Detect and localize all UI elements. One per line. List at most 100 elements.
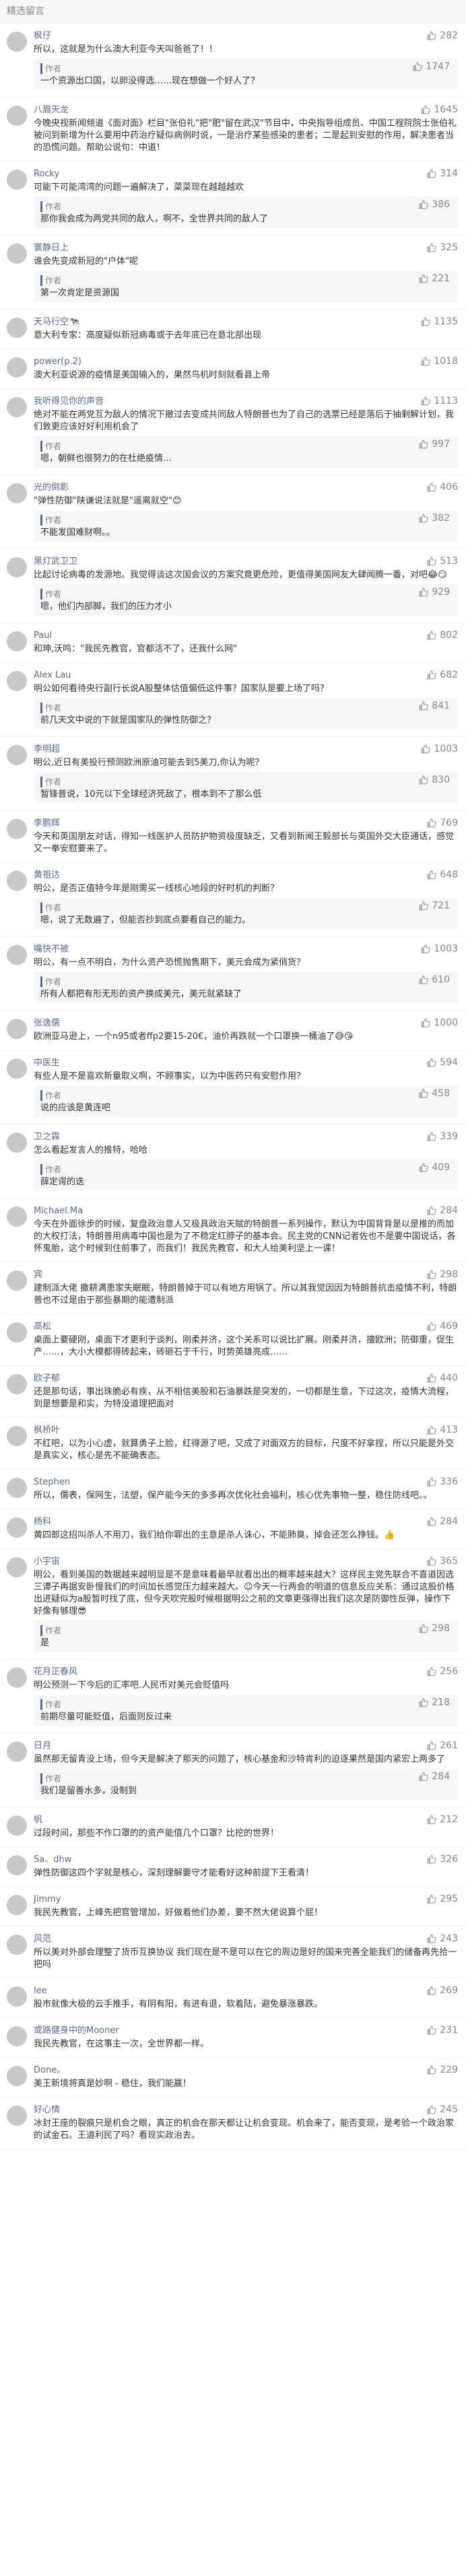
- like-button[interactable]: 325: [426, 242, 458, 253]
- thumbs-up-icon[interactable]: [426, 869, 437, 880]
- thumbs-up-icon[interactable]: [426, 1985, 437, 1996]
- like-button[interactable]: 295: [426, 1894, 458, 1904]
- commenter-name[interactable]: 欧子郁: [34, 1373, 458, 1385]
- commenter-name[interactable]: 小宇宙: [34, 1556, 458, 1568]
- commenter-name[interactable]: 嘴快不被: [34, 943, 458, 956]
- thumbs-up-icon[interactable]: [426, 1516, 437, 1527]
- avatar[interactable]: [7, 631, 27, 651]
- thumbs-up-icon[interactable]: [420, 356, 431, 367]
- avatar[interactable]: [7, 1935, 27, 1955]
- like-button[interactable]: 339: [426, 1131, 458, 1142]
- avatar[interactable]: [7, 483, 27, 503]
- commenter-name[interactable]: 八眉天龙: [34, 104, 458, 116]
- like-button[interactable]: 721: [418, 900, 450, 911]
- like-button[interactable]: 458: [418, 1088, 450, 1099]
- commenter-name[interactable]: 枫桥叶: [34, 1425, 458, 1437]
- thumbs-up-icon[interactable]: [426, 1205, 437, 1216]
- like-button[interactable]: 256: [426, 1666, 458, 1677]
- commenter-name[interactable]: 花月正春风: [34, 1666, 458, 1678]
- thumbs-up-icon[interactable]: [426, 1814, 437, 1825]
- thumbs-up-icon[interactable]: [418, 1088, 429, 1099]
- commenter-name[interactable]: 帆: [34, 1814, 458, 1826]
- commenter-name[interactable]: 日月: [34, 1740, 458, 1752]
- avatar[interactable]: [7, 1557, 27, 1577]
- commenter-name[interactable]: Done。: [34, 2065, 458, 2077]
- commenter-name[interactable]: 枫仔: [34, 30, 458, 42]
- like-button[interactable]: 314: [426, 168, 458, 179]
- thumbs-up-icon[interactable]: [426, 1131, 437, 1142]
- like-button[interactable]: 386: [418, 199, 450, 210]
- commenter-name[interactable]: 高松: [34, 1321, 458, 1333]
- commenter-name[interactable]: Sa、dhw: [34, 1854, 458, 1866]
- like-button[interactable]: 231: [426, 2025, 458, 2036]
- like-button[interactable]: 269: [426, 1985, 458, 1996]
- like-button[interactable]: 513: [426, 556, 458, 567]
- like-button[interactable]: 409: [418, 1162, 450, 1173]
- thumbs-up-icon[interactable]: [420, 104, 431, 115]
- like-button[interactable]: 610: [418, 974, 450, 985]
- avatar[interactable]: [7, 357, 27, 378]
- thumbs-up-icon[interactable]: [426, 482, 437, 493]
- commenter-name[interactable]: Jimmy: [34, 1894, 458, 1906]
- avatar[interactable]: [7, 1207, 27, 1227]
- avatar[interactable]: [7, 1987, 27, 2007]
- commenter-name[interactable]: 杨科: [34, 1516, 458, 1528]
- thumbs-up-icon[interactable]: [426, 1894, 437, 1904]
- commenter-name[interactable]: 或路健身中的Mooner: [34, 2025, 458, 2037]
- thumbs-up-icon[interactable]: [426, 1854, 437, 1865]
- like-button[interactable]: 413: [426, 1425, 458, 1435]
- commenter-name[interactable]: 李明超: [34, 744, 458, 756]
- thumbs-up-icon[interactable]: [426, 2025, 437, 2036]
- avatar[interactable]: [7, 1517, 27, 1538]
- avatar[interactable]: [7, 106, 27, 126]
- commenter-name[interactable]: 卫之霖: [34, 1131, 458, 1143]
- like-button[interactable]: 218: [418, 1697, 450, 1708]
- thumbs-up-icon[interactable]: [426, 2065, 437, 2075]
- like-button[interactable]: 326: [426, 1854, 458, 1865]
- avatar[interactable]: [7, 318, 27, 338]
- thumbs-up-icon[interactable]: [418, 1697, 429, 1708]
- like-button[interactable]: 284: [426, 1205, 458, 1216]
- thumbs-up-icon[interactable]: [418, 775, 429, 785]
- thumbs-up-icon[interactable]: [420, 396, 431, 406]
- like-button[interactable]: 682: [426, 670, 458, 680]
- avatar[interactable]: [7, 945, 27, 965]
- thumbs-up-icon[interactable]: [426, 1740, 437, 1751]
- commenter-name[interactable]: 黄祖达: [34, 869, 458, 882]
- avatar[interactable]: [7, 170, 27, 190]
- commenter-name[interactable]: 风范: [34, 1933, 458, 1945]
- thumbs-up-icon[interactable]: [418, 900, 429, 911]
- thumbs-up-icon[interactable]: [418, 1623, 429, 1634]
- thumbs-up-icon[interactable]: [420, 316, 431, 327]
- like-button[interactable]: 212: [426, 1814, 458, 1825]
- commenter-name[interactable]: 我听得见你的声音: [34, 396, 458, 408]
- thumbs-up-icon[interactable]: [412, 61, 423, 72]
- like-button[interactable]: 929: [418, 587, 450, 598]
- thumbs-up-icon[interactable]: [426, 670, 437, 680]
- avatar[interactable]: [7, 32, 27, 52]
- like-button[interactable]: 284: [418, 1771, 450, 1782]
- like-button[interactable]: 282: [426, 30, 458, 41]
- commenter-name[interactable]: 好心情: [34, 2104, 458, 2116]
- like-button[interactable]: 469: [426, 1321, 458, 1332]
- like-button[interactable]: 830: [418, 775, 450, 785]
- like-button[interactable]: 841: [418, 701, 450, 711]
- like-button[interactable]: 802: [426, 630, 458, 641]
- commenter-name[interactable]: 天马行空🐄: [34, 316, 458, 328]
- like-button[interactable]: 336: [426, 1476, 458, 1487]
- thumbs-up-icon[interactable]: [418, 199, 429, 210]
- avatar[interactable]: [7, 1059, 27, 1079]
- like-button[interactable]: 1000: [420, 1017, 458, 1028]
- avatar[interactable]: [7, 1322, 27, 1343]
- like-button[interactable]: 245: [426, 2104, 458, 2115]
- avatar[interactable]: [7, 671, 27, 691]
- commenter-name[interactable]: 光的倒影: [34, 482, 458, 494]
- avatar[interactable]: [7, 1426, 27, 1446]
- avatar[interactable]: [7, 557, 27, 577]
- thumbs-up-icon[interactable]: [426, 1933, 437, 1944]
- commenter-name[interactable]: power(p.2): [34, 356, 458, 368]
- commenter-name[interactable]: 黑灯武卫卫: [34, 556, 458, 568]
- like-button[interactable]: 229: [426, 2065, 458, 2075]
- thumbs-up-icon[interactable]: [426, 1476, 437, 1487]
- thumbs-up-icon[interactable]: [418, 513, 429, 524]
